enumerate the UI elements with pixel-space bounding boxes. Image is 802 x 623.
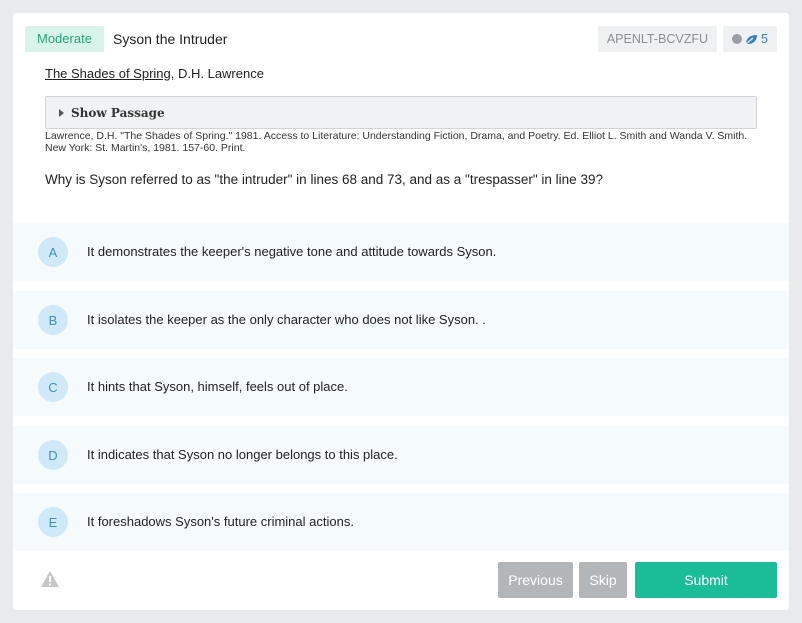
show-passage-label: Show Passage bbox=[71, 105, 165, 120]
choice-text: It foreshadows Syson's future criminal a… bbox=[87, 514, 354, 529]
source-author: D.H. Lawrence bbox=[174, 66, 264, 81]
choice-b[interactable]: B It isolates the keeper as the only cha… bbox=[13, 291, 789, 349]
choice-d[interactable]: D It indicates that Syson no longer belo… bbox=[13, 426, 789, 484]
question-prompt: Why is Syson referred to as "the intrude… bbox=[45, 172, 603, 187]
submit-button[interactable]: Submit bbox=[635, 562, 777, 598]
choice-letter: E bbox=[38, 507, 68, 537]
choice-letter: C bbox=[38, 372, 68, 402]
choice-letter: A bbox=[38, 237, 68, 267]
triangle-right-icon bbox=[59, 108, 64, 117]
previous-button[interactable]: Previous bbox=[498, 562, 573, 598]
skip-button[interactable]: Skip bbox=[579, 562, 627, 598]
question-header: Moderate Syson the Intruder APENLT-BCVZF… bbox=[25, 26, 777, 52]
choice-a[interactable]: A It demonstrates the keeper's negative … bbox=[13, 223, 789, 281]
choice-e[interactable]: E It foreshadows Syson's future criminal… bbox=[13, 493, 789, 551]
choice-text: It indicates that Syson no longer belong… bbox=[87, 447, 398, 462]
warning-icon[interactable] bbox=[40, 570, 60, 588]
citation: Lawrence, D.H. "The Shades of Spring." 1… bbox=[45, 130, 748, 154]
difficulty-badge: Moderate bbox=[25, 26, 104, 52]
leaf-icon bbox=[745, 34, 758, 44]
source-work: The Shades of Spring, bbox=[45, 66, 175, 81]
choice-letter: D bbox=[38, 440, 68, 470]
count-badge: 5 bbox=[723, 26, 777, 52]
question-title: Syson the Intruder bbox=[113, 31, 228, 47]
question-card: Moderate Syson the Intruder APENLT-BCVZF… bbox=[13, 13, 789, 610]
question-code-badge: APENLT-BCVZFU bbox=[597, 26, 717, 52]
choice-text: It hints that Syson, himself, feels out … bbox=[87, 379, 348, 394]
choice-text: It isolates the keeper as the only chara… bbox=[87, 312, 486, 327]
dot-icon bbox=[732, 34, 743, 44]
count-value: 5 bbox=[761, 32, 768, 46]
choice-text: It demonstrates the keeper's negative to… bbox=[87, 244, 497, 259]
show-passage-button[interactable]: Show Passage bbox=[45, 96, 757, 129]
choice-c[interactable]: C It hints that Syson, himself, feels ou… bbox=[13, 358, 789, 416]
choice-letter: B bbox=[38, 305, 68, 335]
source-line: The Shades of Spring, D.H. Lawrence bbox=[45, 66, 264, 81]
